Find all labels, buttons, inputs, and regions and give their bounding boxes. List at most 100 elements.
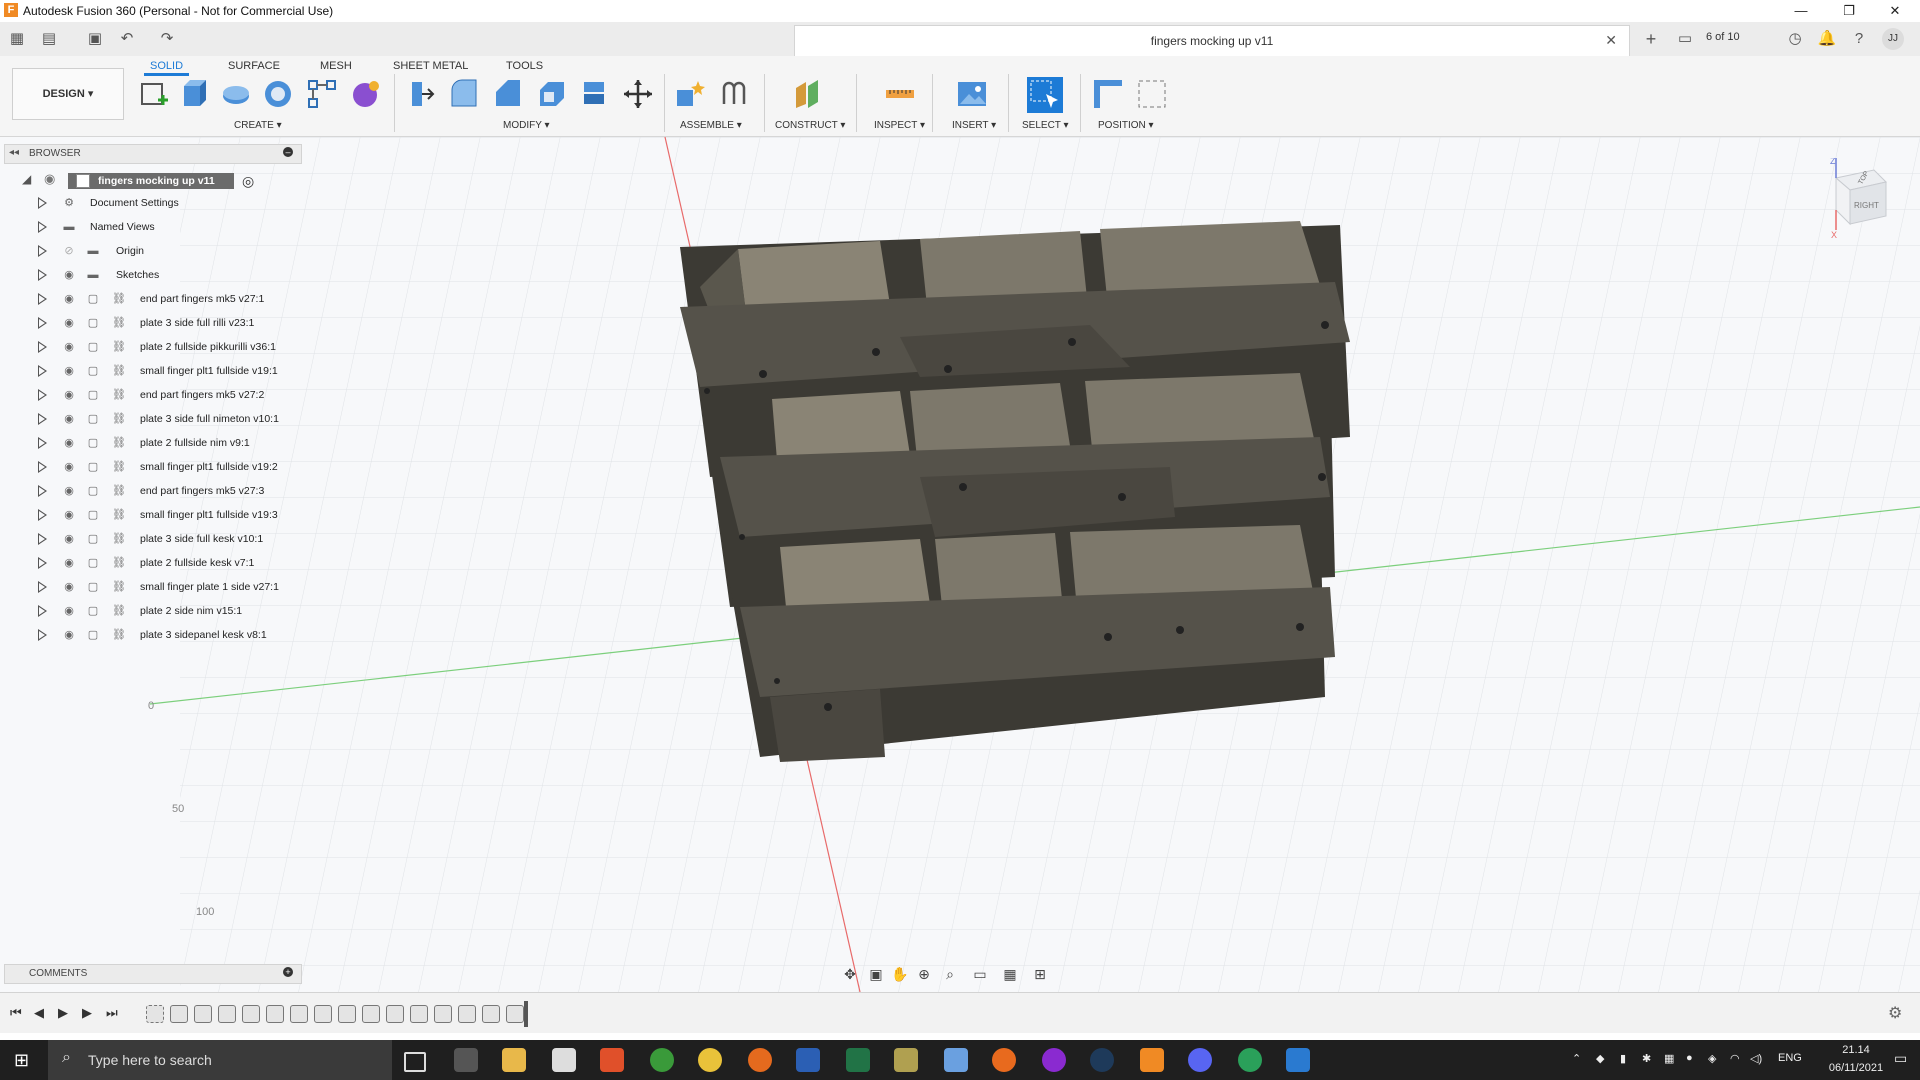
timeline-feature[interactable] <box>410 1005 428 1023</box>
app-icon-cura[interactable] <box>944 1048 968 1072</box>
word-icon[interactable] <box>796 1048 820 1072</box>
eye-icon[interactable]: ◉ <box>62 580 76 594</box>
timeline-feature[interactable] <box>482 1005 500 1023</box>
tree-component-row[interactable]: ◉ ▢ ⛓ small finger plate 1 side v27:1 <box>0 576 300 600</box>
tree-component-row[interactable]: ◉ ▢ ⛓ small finger plt1 fullside v19:2 <box>0 456 300 480</box>
timeline-sketch-feature[interactable] <box>146 1005 164 1023</box>
app-icon-tools[interactable] <box>894 1048 918 1072</box>
fit-icon[interactable]: ⌕ <box>940 964 960 984</box>
tray-app-icon[interactable]: ● <box>1686 1052 1693 1064</box>
data-panel-grid-icon[interactable]: ▦ <box>6 28 28 50</box>
zoom-icon[interactable]: ⊕ <box>914 964 934 984</box>
hole-icon[interactable] <box>262 78 294 110</box>
redo-icon[interactable]: ↷ <box>156 28 178 50</box>
expand-icon[interactable] <box>38 461 47 473</box>
timeline-feature[interactable] <box>386 1005 404 1023</box>
press-pull-icon[interactable] <box>404 78 436 110</box>
expand-icon[interactable] <box>38 485 47 497</box>
close-tab-icon[interactable]: ✕ <box>1605 32 1617 49</box>
tray-wifi-icon[interactable]: ◠ <box>1730 1052 1740 1065</box>
tree-component-row[interactable]: ◉ ▢ ⛓ plate 3 side full nimeton v10:1 <box>0 408 300 432</box>
tree-component-row[interactable]: ◉ ▢ ⛓ plate 2 side nim v15:1 <box>0 600 300 624</box>
expand-icon[interactable] <box>38 341 47 353</box>
firefox-icon[interactable] <box>748 1048 772 1072</box>
position-menu[interactable]: POSITION ▾ <box>1098 120 1154 131</box>
root-collapse-icon[interactable]: ◢ <box>22 172 31 186</box>
select-icon[interactable] <box>1026 76 1064 114</box>
app-icon-xbox[interactable] <box>650 1048 674 1072</box>
timeline-feature[interactable] <box>434 1005 452 1023</box>
grid-settings-icon[interactable]: ▦ <box>1000 964 1020 984</box>
tree-component-row[interactable]: ◉ ▢ ⛓ end part fingers mk5 v27:3 <box>0 480 300 504</box>
move-copy-icon[interactable] <box>622 78 654 110</box>
eye-icon[interactable]: ◉ <box>62 364 76 378</box>
hidden-eye-icon[interactable]: ⊘ <box>62 244 76 258</box>
timeline-play-icon[interactable]: ▶ <box>58 1005 68 1021</box>
timeline-prev-icon[interactable]: ◀ <box>34 1005 44 1021</box>
tree-component-row[interactable]: ◉ ▢ ⛓ end part fingers mk5 v27:1 <box>0 288 300 312</box>
capture-position-icon[interactable] <box>1092 78 1124 110</box>
expand-icon[interactable] <box>38 605 47 617</box>
tray-time[interactable]: 21.14 <box>1826 1044 1886 1056</box>
inspect-menu[interactable]: INSPECT ▾ <box>874 120 925 131</box>
timeline-settings-gear-icon[interactable]: ⚙ <box>1888 1003 1902 1023</box>
expand-icon[interactable] <box>38 629 47 641</box>
timeline-last-icon[interactable]: ⏭ <box>106 1005 118 1021</box>
chrome-icon[interactable] <box>698 1048 722 1072</box>
eye-icon[interactable]: ◉ <box>62 604 76 618</box>
eye-icon[interactable]: ◉ <box>62 268 76 282</box>
offset-plane-icon[interactable] <box>792 78 824 110</box>
tray-usb-icon[interactable]: ▮ <box>1620 1052 1626 1065</box>
tray-chevron-icon[interactable]: ⌃ <box>1572 1052 1581 1065</box>
construct-menu[interactable]: CONSTRUCT ▾ <box>775 120 845 131</box>
timeline-first-icon[interactable]: ⏮ <box>10 1005 22 1021</box>
timeline-feature[interactable] <box>266 1005 284 1023</box>
notification-center-icon[interactable]: ▭ <box>1894 1050 1907 1067</box>
tree-folder-document-settings[interactable]: ⚙ Document Settings <box>0 192 300 216</box>
discord-icon[interactable] <box>1188 1048 1212 1072</box>
tree-component-row[interactable]: ◉ ▢ ⛓ plate 3 side full rilli v23:1 <box>0 312 300 336</box>
eye-icon[interactable]: ◉ <box>62 316 76 330</box>
collapse-browser-icon[interactable]: ◂◂ <box>9 147 19 158</box>
timeline-feature[interactable] <box>314 1005 332 1023</box>
expand-icon[interactable] <box>38 413 47 425</box>
tree-component-row[interactable]: ◉ ▢ ⛓ plate 2 fullside pikkurilli v36:1 <box>0 336 300 360</box>
shell-icon[interactable] <box>536 78 568 110</box>
eye-icon[interactable]: ◉ <box>62 292 76 306</box>
tray-language[interactable]: ENG <box>1778 1052 1802 1064</box>
expand-icon[interactable] <box>38 365 47 377</box>
expand-icon[interactable] <box>38 269 47 281</box>
app-icon-inkscape[interactable] <box>552 1048 576 1072</box>
tray-app-icon[interactable]: ▦ <box>1664 1052 1674 1065</box>
insert-image-icon[interactable] <box>956 78 988 110</box>
timeline-feature[interactable] <box>242 1005 260 1023</box>
browser-root-label[interactable]: fingers mocking up v11 <box>68 173 234 189</box>
tray-date[interactable]: 06/11/2021 <box>1826 1062 1886 1074</box>
assemble-menu[interactable]: ASSEMBLE ▾ <box>680 120 742 131</box>
chamfer-icon[interactable] <box>492 78 524 110</box>
pan-hand-icon[interactable]: ✋ <box>890 964 910 984</box>
extensions-icon[interactable]: ▭ <box>1674 28 1696 50</box>
comments-panel-header[interactable]: COMMENTS + <box>4 964 302 984</box>
new-tab-button[interactable]: + <box>1640 28 1662 50</box>
app-icon-photos[interactable] <box>1286 1048 1310 1072</box>
eye-icon[interactable]: ◉ <box>62 436 76 450</box>
expand-icon[interactable] <box>38 317 47 329</box>
eye-icon[interactable]: ◉ <box>62 340 76 354</box>
extrude-icon[interactable] <box>178 78 210 110</box>
insert-menu[interactable]: INSERT ▾ <box>952 120 996 131</box>
tab-sheet-metal[interactable]: SHEET METAL <box>393 60 468 72</box>
app-icon-game[interactable] <box>454 1048 478 1072</box>
tree-folder-named-views[interactable]: ▬ Named Views <box>0 216 300 240</box>
timeline-feature[interactable] <box>290 1005 308 1023</box>
expand-icon[interactable] <box>38 245 47 257</box>
timeline-feature[interactable] <box>362 1005 380 1023</box>
expand-icon[interactable] <box>38 509 47 521</box>
expand-icon[interactable] <box>38 197 47 209</box>
expand-icon[interactable] <box>38 533 47 545</box>
joint-icon[interactable] <box>718 78 750 110</box>
modify-menu[interactable]: MODIFY ▾ <box>503 120 550 131</box>
activate-root-icon[interactable]: ◎ <box>242 173 254 190</box>
file-explorer-icon[interactable] <box>502 1048 526 1072</box>
excel-icon[interactable] <box>846 1048 870 1072</box>
